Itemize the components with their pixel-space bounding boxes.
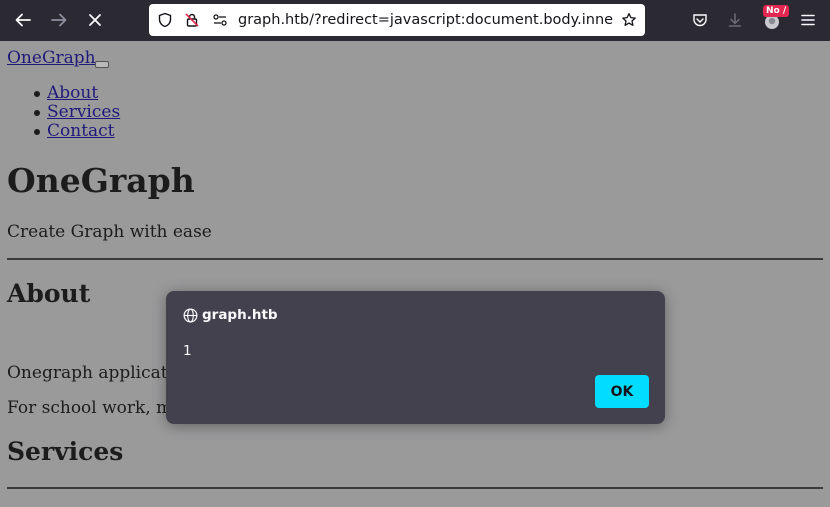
about-paragraph-1: Onegraph applicatio [7,363,184,383]
ok-button[interactable]: OK [595,375,649,408]
star-icon[interactable] [621,12,637,28]
downloads-button[interactable] [721,6,749,34]
nav-list: About Services Contact [33,83,120,141]
insecure-lock-icon[interactable] [184,12,200,28]
extension-badge: No / [763,5,790,17]
arrow-left-icon [15,13,31,27]
pocket-button[interactable] [686,6,714,34]
hamburger-menu-icon [801,14,815,26]
nav-item-about: About [33,83,120,103]
stop-button[interactable] [81,6,109,34]
download-icon [728,13,742,27]
dialog-title: graph.htb [202,307,278,323]
nav-item-services: Services [33,102,120,122]
divider [7,487,823,489]
back-button[interactable] [9,6,37,34]
permissions-icon[interactable] [212,12,228,28]
nav-link-services[interactable]: Services [47,102,120,122]
services-heading: Services [7,437,124,466]
forward-button[interactable] [45,6,73,34]
about-heading: About [7,279,91,308]
shield-icon[interactable] [157,12,173,28]
pocket-icon [693,14,707,27]
alert-dialog: graph.htb 1 OK [166,291,665,424]
nav-link-contact[interactable]: Contact [47,121,115,141]
divider [7,258,823,260]
browser-toolbar: graph.htb/?redirect=javascript:document.… [0,0,830,41]
dialog-message: 1 [183,343,192,359]
nav-link-about[interactable]: About [47,83,98,103]
page-content: OneGraph About Services Contact OneGraph… [0,41,830,507]
lead-text: Create Graph with ease [7,222,212,242]
globe-icon [183,308,198,323]
close-icon [89,14,101,26]
menu-button[interactable] [794,6,822,34]
nav-item-contact: Contact [33,121,120,141]
page-title: OneGraph [7,161,195,200]
brand-link[interactable]: OneGraph [7,48,96,68]
url-text[interactable]: graph.htb/?redirect=javascript:document.… [238,4,613,36]
navbar-toggler-button[interactable] [95,61,109,68]
about-paragraph-2: For school work, me [7,398,183,418]
arrow-right-icon [51,13,67,27]
url-bar[interactable]: graph.htb/?redirect=javascript:document.… [149,4,645,36]
